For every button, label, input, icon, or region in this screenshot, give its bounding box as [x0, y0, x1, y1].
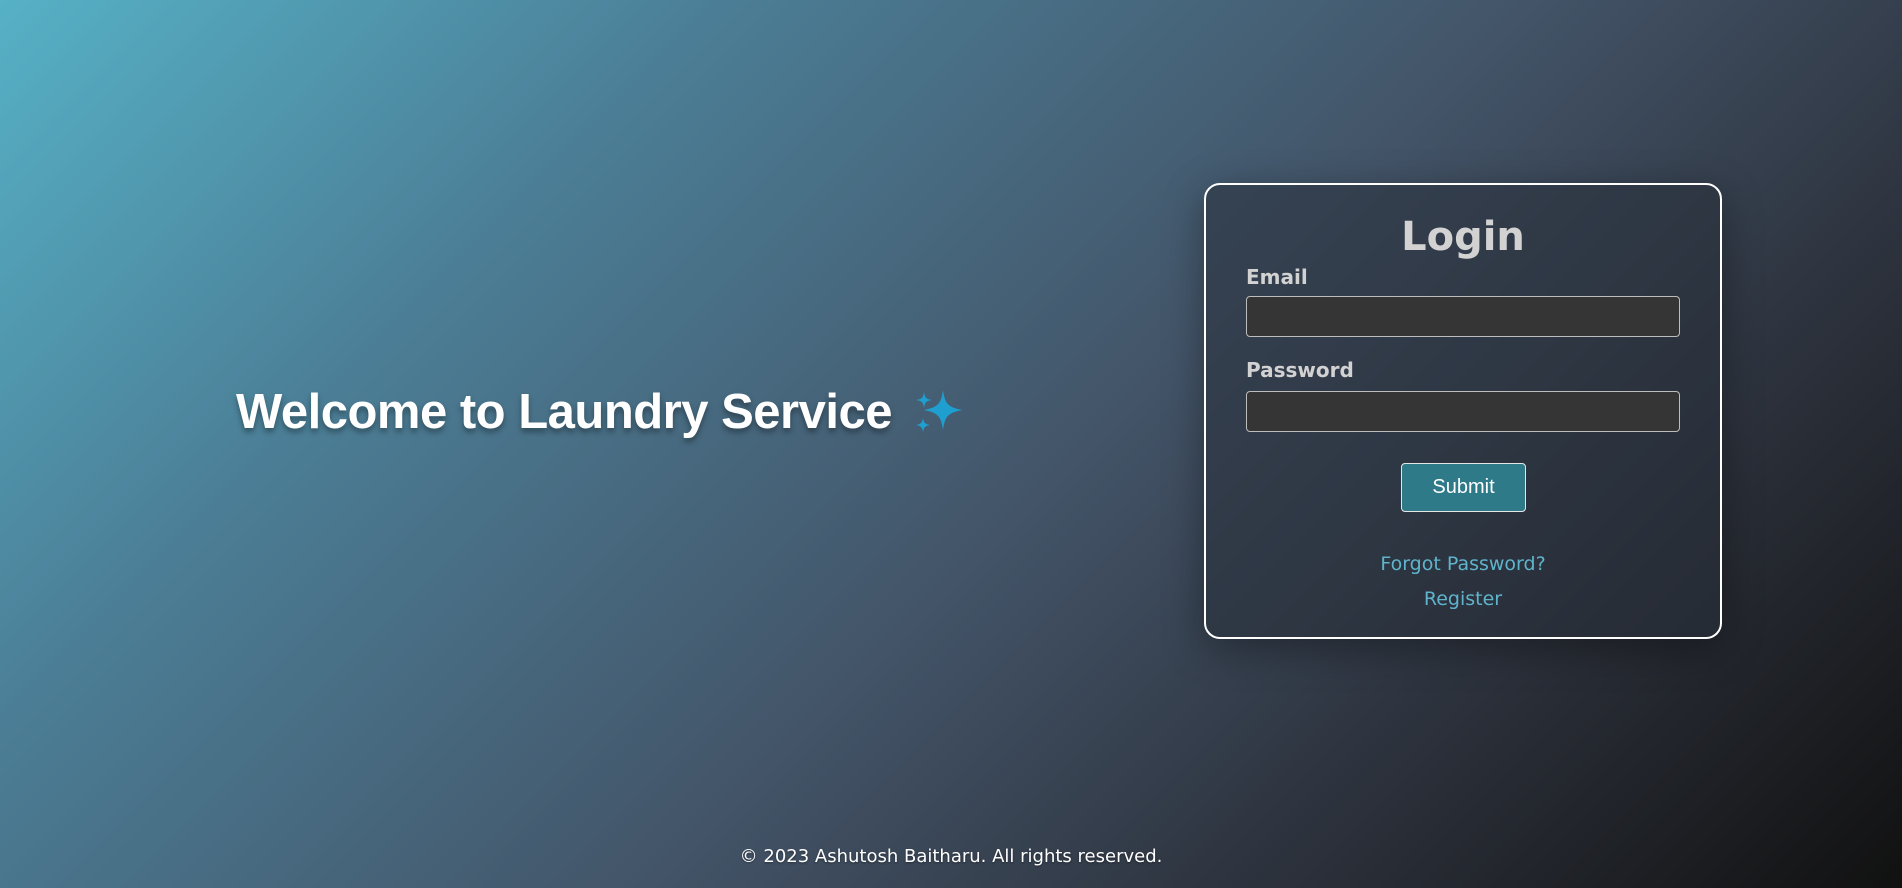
password-field[interactable]: [1246, 391, 1680, 432]
submit-button[interactable]: Submit: [1401, 463, 1526, 512]
forgot-password-row: Forgot Password?: [1206, 555, 1720, 574]
login-title: Login: [1401, 214, 1525, 260]
welcome-text: Welcome to Laundry Service: [236, 385, 893, 439]
footer-copyright: © 2023 Ashutosh Baitharu. All rights res…: [739, 846, 1163, 867]
register-row: Register: [1206, 590, 1720, 609]
password-label: Password: [1246, 358, 1354, 382]
login-card: Login Email Password Submit Forgot Passw…: [1204, 183, 1722, 639]
welcome-heading: Welcome to Laundry Service: [236, 384, 964, 440]
forgot-password-link[interactable]: Forgot Password?: [1380, 553, 1545, 575]
sparkles-icon: [912, 386, 964, 438]
email-label: Email: [1246, 265, 1308, 289]
register-link[interactable]: Register: [1424, 588, 1502, 610]
email-field[interactable]: [1246, 296, 1680, 337]
